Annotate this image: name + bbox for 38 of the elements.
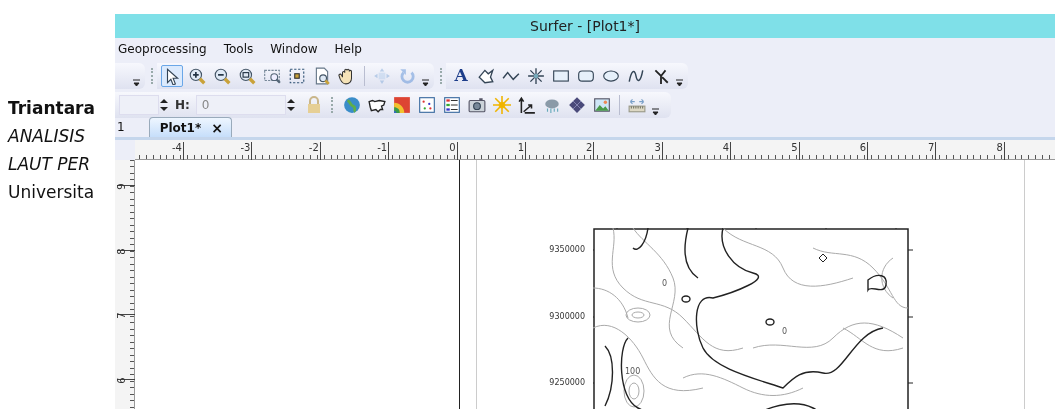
document-tab[interactable]: Plot1* × (148, 117, 232, 137)
ruler-label: 1 (517, 143, 524, 153)
window-title: Surfer - [Plot1*] (115, 14, 1055, 38)
ruler-label: 8 (115, 247, 128, 255)
close-icon[interactable]: × (211, 120, 223, 135)
ruler-label: -2 (308, 143, 319, 153)
text-tool-button[interactable]: A (450, 64, 472, 87)
ruler-label: 6 (115, 376, 128, 384)
ruler-label: 9 (115, 183, 128, 190)
document-text: Triantara (8, 97, 95, 120)
menu-item[interactable]: Window (270, 40, 318, 58)
axis-label: 9300000 (548, 311, 585, 323)
document-text: LAUT PER (8, 153, 91, 176)
ruler-label: 3 (654, 143, 661, 153)
ruler-label: -4 (172, 143, 182, 153)
document-text: ANALISIS (8, 125, 86, 148)
document-tab[interactable]: 1 (115, 117, 127, 137)
width-field[interactable] (119, 94, 159, 115)
ruler-label: -1 (377, 143, 388, 153)
menu-item[interactable]: Help (334, 40, 362, 58)
ruler-label: 6 (859, 143, 866, 153)
ruler-label: 5 (791, 143, 798, 153)
axis-label: 9350000 (548, 244, 585, 256)
contour-label: 100 (625, 367, 641, 376)
ruler-label: 2 (586, 143, 593, 153)
ruler-label: 7 (928, 143, 935, 153)
document-text: Universita (8, 181, 95, 204)
ruler-label: -3 (240, 143, 251, 153)
field-label: H: (175, 96, 190, 114)
menu-item[interactable]: Geoprocessing (118, 40, 207, 58)
ruler-label: 0 (449, 143, 456, 153)
ruler-label: 8 (996, 143, 1003, 153)
contour-label: 0 (662, 279, 668, 288)
contour-label: 0 (782, 327, 788, 336)
axis-label: 9250000 (548, 377, 585, 389)
ruler-label: 4 (722, 143, 730, 153)
menu-item[interactable]: Tools (223, 40, 254, 58)
ruler-label: 7 (115, 312, 128, 319)
